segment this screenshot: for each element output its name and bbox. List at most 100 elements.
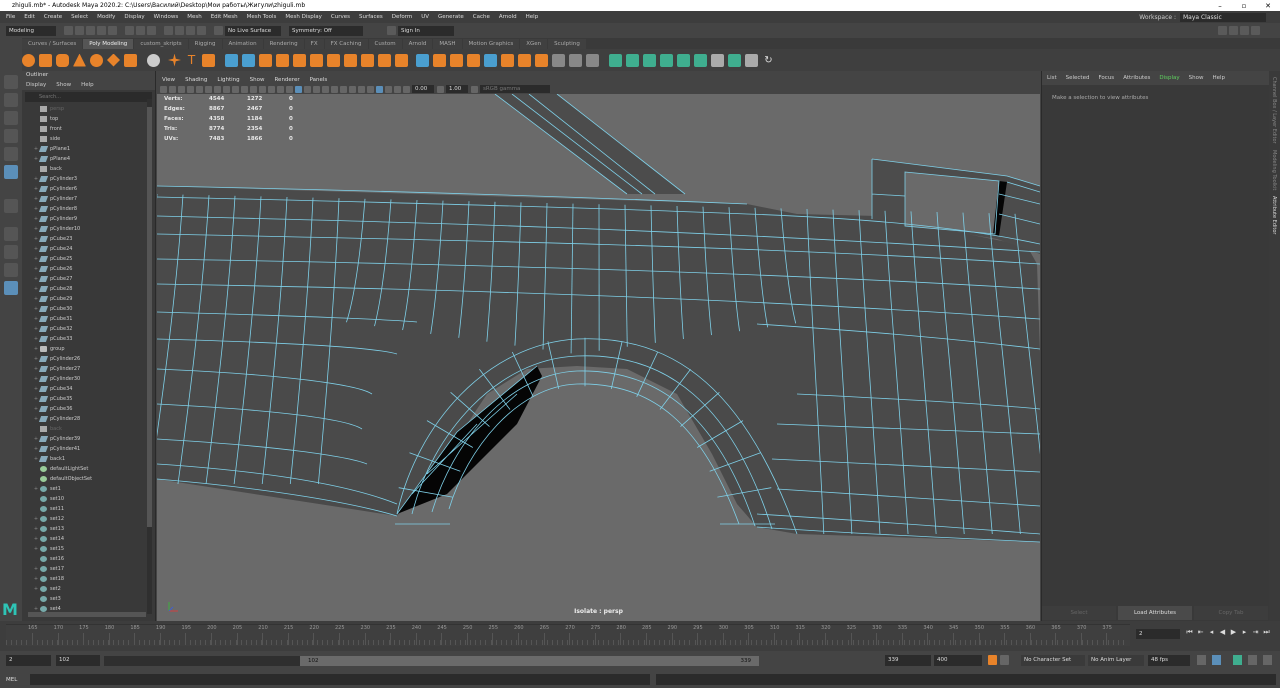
- ae-menu-help[interactable]: Help: [1212, 75, 1225, 81]
- shelf-tab-fx[interactable]: FX: [304, 39, 324, 49]
- outliner-item[interactable]: defaultLightSet: [22, 464, 155, 474]
- resolution-gate-icon[interactable]: [214, 85, 221, 93]
- snap-point-icon[interactable]: [186, 26, 195, 35]
- menu-help[interactable]: Help: [526, 14, 539, 20]
- safe-title-icon[interactable]: [250, 85, 257, 93]
- outliner-item[interactable]: back: [22, 164, 155, 174]
- poly-cube-icon[interactable]: [39, 53, 52, 67]
- expand-icon[interactable]: +: [32, 524, 40, 534]
- isolate-select-icon[interactable]: [376, 85, 383, 93]
- outliner-item[interactable]: + set15: [22, 544, 155, 554]
- poly-cylinder-icon[interactable]: [56, 53, 69, 67]
- outliner-horizontal-scrollbar[interactable]: [28, 612, 146, 617]
- outliner-item[interactable]: persp: [22, 104, 155, 114]
- expand-icon[interactable]: +: [32, 514, 40, 524]
- user-icon[interactable]: [387, 26, 396, 35]
- poly-cone-icon[interactable]: [73, 53, 86, 67]
- auto-key-icon[interactable]: [988, 655, 997, 665]
- menu-display[interactable]: Display: [124, 14, 144, 20]
- symmetry-dropdown[interactable]: Symmetry: Off: [289, 25, 363, 36]
- target-weld-icon[interactable]: [586, 53, 599, 67]
- live-surface-icon[interactable]: [214, 26, 223, 35]
- outliner-item[interactable]: + pCube23: [22, 234, 155, 244]
- smooth-icon[interactable]: [259, 53, 272, 67]
- outliner-item[interactable]: + pCylinder28: [22, 414, 155, 424]
- poke-icon[interactable]: [501, 53, 514, 67]
- menu-deform[interactable]: Deform: [392, 14, 412, 20]
- snap-curve-icon[interactable]: [175, 26, 184, 35]
- menu-select[interactable]: Select: [71, 14, 88, 20]
- outliner-item[interactable]: set10: [22, 494, 155, 504]
- gamma-field[interactable]: 1.00: [446, 85, 468, 93]
- outliner-item[interactable]: + pCube34: [22, 384, 155, 394]
- collapse-icon[interactable]: [535, 53, 548, 67]
- outliner-item[interactable]: + pCube36: [22, 404, 155, 414]
- ae-select-button[interactable]: Select: [1042, 606, 1116, 620]
- bridge-icon[interactable]: [433, 53, 446, 67]
- anti-aliasing-icon[interactable]: [358, 85, 365, 93]
- command-input[interactable]: [30, 674, 650, 685]
- workspace-dropdown[interactable]: Maya Classic: [1180, 12, 1266, 22]
- animation-end-field[interactable]: 400: [934, 655, 982, 666]
- outliner-item[interactable]: + back1: [22, 454, 155, 464]
- shadows-icon[interactable]: [331, 85, 338, 93]
- super-shape-icon[interactable]: [168, 53, 181, 67]
- snap-surface-icon[interactable]: [197, 26, 206, 35]
- refresh-icon[interactable]: ↻: [762, 54, 775, 67]
- menu-file[interactable]: File: [6, 14, 15, 20]
- bookmarks-icon[interactable]: [178, 85, 185, 93]
- view-transform-dropdown[interactable]: sRGB gamma: [480, 85, 550, 93]
- mirror-icon[interactable]: [293, 53, 306, 67]
- textured-icon[interactable]: [286, 85, 293, 93]
- outliner-item[interactable]: top: [22, 114, 155, 124]
- menu-surfaces[interactable]: Surfaces: [359, 14, 383, 20]
- playback-start-field[interactable]: 102: [56, 655, 100, 666]
- ae-copy-tab-button[interactable]: Copy Tab: [1194, 606, 1268, 620]
- anim-layer-dropdown[interactable]: No Anim Layer: [1088, 655, 1144, 666]
- poly-torus-icon[interactable]: [90, 53, 103, 67]
- depth-of-field-icon[interactable]: [367, 85, 374, 93]
- shelf-tab-xgen[interactable]: XGen: [520, 39, 548, 49]
- menu-arnold[interactable]: Arnold: [499, 14, 517, 20]
- outliner-item[interactable]: + pCube29: [22, 294, 155, 304]
- add-divisions-icon[interactable]: [484, 53, 497, 67]
- viewport-3d[interactable]: [157, 94, 1040, 621]
- shelf-tab-motion-graphics[interactable]: Motion Graphics: [462, 39, 520, 49]
- sound-icon[interactable]: [1212, 655, 1221, 665]
- time-slider[interactable]: 165 170 175 180 185 190 195 200 205 210 215 220 225 2…: [6, 624, 1130, 646]
- snap-grid-icon[interactable]: [164, 26, 173, 35]
- outliner-item[interactable]: + pCube27: [22, 274, 155, 284]
- go-to-start-icon[interactable]: ⏮: [1184, 628, 1195, 637]
- outliner-item[interactable]: + pCube24: [22, 244, 155, 254]
- shelf-tab-curves[interactable]: Curves / Surfaces: [22, 39, 83, 49]
- ae-menu-focus[interactable]: Focus: [1098, 75, 1114, 81]
- four-view-icon[interactable]: [4, 245, 18, 259]
- unfold-icon[interactable]: [745, 53, 758, 67]
- side-tab-attribute-editor[interactable]: Attribute Editor: [1271, 196, 1277, 234]
- default-material-icon[interactable]: [277, 85, 284, 93]
- step-forward-frame-icon[interactable]: ▸: [1239, 628, 1250, 637]
- anim-prefs-icon[interactable]: [1248, 655, 1257, 665]
- outliner-item[interactable]: + set2: [22, 584, 155, 594]
- outliner-item[interactable]: + pCylinder8: [22, 204, 155, 214]
- outliner-item[interactable]: + pPlane4: [22, 154, 155, 164]
- film-gate-icon[interactable]: [205, 85, 212, 93]
- shelf-tab-arnold[interactable]: Arnold: [402, 39, 433, 49]
- grid-icon[interactable]: [196, 85, 203, 93]
- car-body-mesh[interactable]: [157, 94, 1040, 621]
- menu-create[interactable]: Create: [44, 14, 62, 20]
- ae-menu-attributes[interactable]: Attributes: [1123, 75, 1150, 81]
- menu-modify[interactable]: Modify: [97, 14, 115, 20]
- side-tab-channel-box[interactable]: Channel Box / Layer Editor: [1271, 77, 1277, 144]
- cached-playback-icon[interactable]: [1233, 655, 1242, 665]
- ae-menu-display[interactable]: Display: [1159, 75, 1179, 81]
- viewport-menu-show[interactable]: Show: [250, 77, 265, 83]
- wireframe-icon[interactable]: [259, 85, 266, 93]
- menu-uv[interactable]: UV: [421, 14, 429, 20]
- ae-menu-list[interactable]: List: [1047, 75, 1057, 81]
- menu-generate[interactable]: Generate: [438, 14, 464, 20]
- poly-disc-icon[interactable]: [124, 53, 137, 67]
- toggle-channel-icon[interactable]: [1240, 26, 1249, 35]
- menu-edit-mesh[interactable]: Edit Mesh: [211, 14, 238, 20]
- outliner-item[interactable]: + set12: [22, 514, 155, 524]
